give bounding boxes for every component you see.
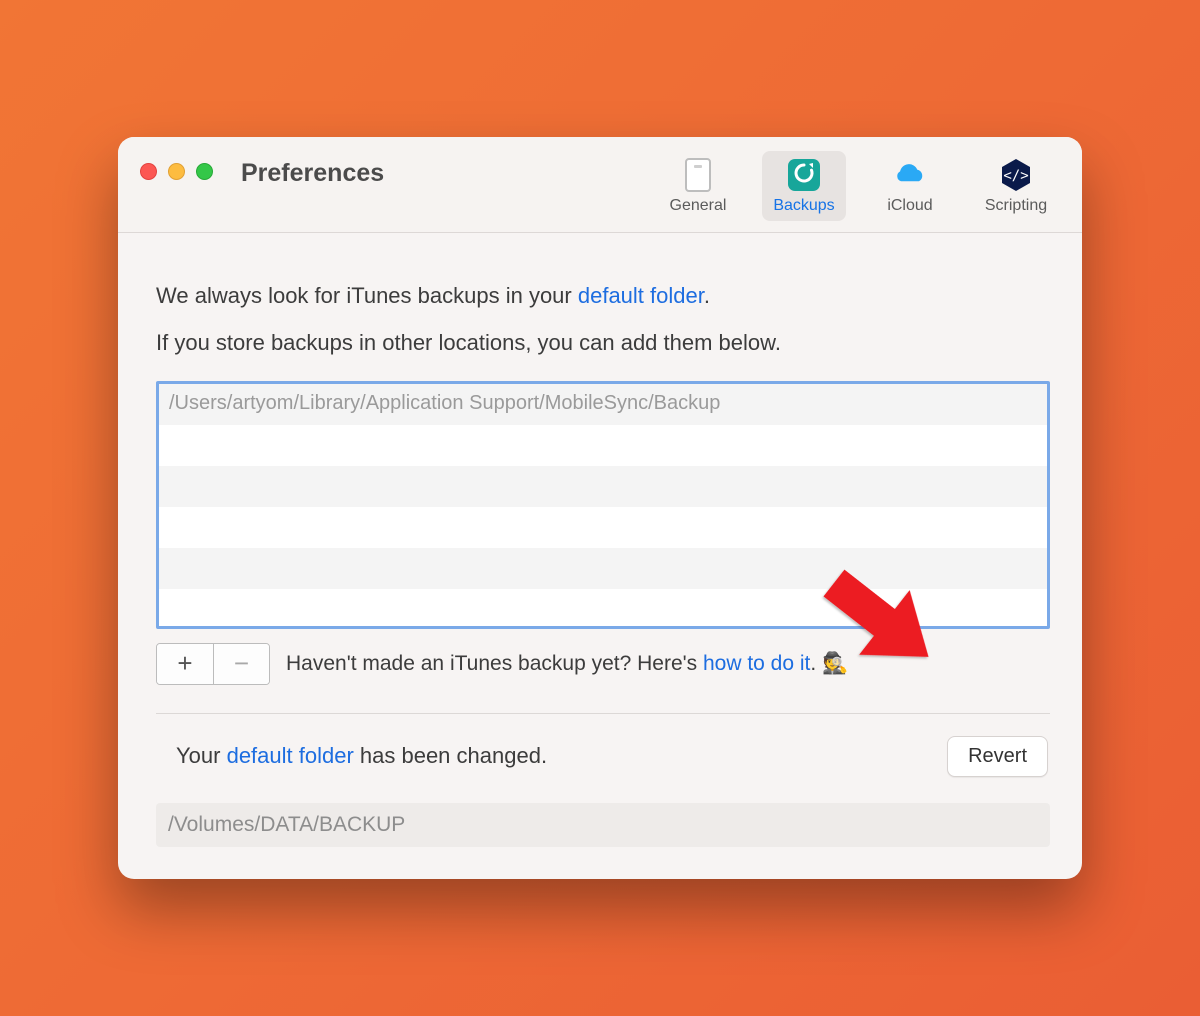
- add-remove-buttons: + −: [156, 643, 270, 685]
- list-item[interactable]: [159, 507, 1047, 548]
- list-item[interactable]: [159, 466, 1047, 507]
- content-area: We always look for iTunes backups in you…: [118, 233, 1082, 879]
- list-item[interactable]: /Users/artyom/Library/Application Suppor…: [159, 384, 1047, 425]
- list-item[interactable]: [159, 589, 1047, 629]
- default-folder-link[interactable]: default folder: [578, 283, 704, 308]
- remove-location-button[interactable]: −: [213, 644, 269, 684]
- add-location-button[interactable]: +: [157, 644, 213, 684]
- close-window-button[interactable]: [140, 163, 157, 180]
- status-row: Your default folder has been changed. Re…: [156, 736, 1050, 777]
- minimize-window-button[interactable]: [168, 163, 185, 180]
- intro-text: We always look for iTunes backups in you…: [156, 283, 578, 308]
- svg-text:</>: </>: [1003, 168, 1028, 184]
- tab-label: iCloud: [887, 197, 932, 215]
- window-title: Preferences: [241, 151, 384, 188]
- intro-line-2: If you store backups in other locations,…: [156, 328, 1050, 359]
- intro-line-1: We always look for iTunes backups in you…: [156, 281, 1050, 312]
- tab-label: General: [670, 197, 727, 215]
- preferences-toolbar: General Backups iCloud: [656, 151, 1062, 221]
- preferences-window: Preferences General: [118, 137, 1082, 879]
- icloud-icon: [892, 157, 928, 193]
- hint-text: Haven't made an iTunes backup yet? Here'…: [286, 652, 703, 675]
- revert-button[interactable]: Revert: [947, 736, 1048, 777]
- tab-scripting[interactable]: </> Scripting: [974, 151, 1058, 221]
- tab-label: Scripting: [985, 197, 1047, 215]
- tab-general[interactable]: General: [656, 151, 740, 221]
- backup-locations-list[interactable]: /Users/artyom/Library/Application Suppor…: [156, 381, 1050, 629]
- titlebar: Preferences General: [118, 137, 1082, 233]
- list-actions-row: + − Haven't made an iTunes backup yet? H…: [156, 643, 1050, 685]
- backups-icon: [786, 157, 822, 193]
- general-icon: [680, 157, 716, 193]
- hint-text: . 🕵️: [810, 652, 848, 675]
- status-post: has been changed.: [354, 743, 547, 768]
- intro-text: .: [704, 283, 710, 308]
- scripting-icon: </>: [998, 157, 1034, 193]
- divider: [156, 713, 1050, 714]
- list-item[interactable]: [159, 425, 1047, 466]
- how-to-backup-link[interactable]: how to do it: [703, 652, 810, 675]
- default-folder-path-field[interactable]: /Volumes/DATA/BACKUP: [156, 803, 1050, 847]
- list-item[interactable]: [159, 548, 1047, 589]
- tab-backups[interactable]: Backups: [762, 151, 846, 221]
- default-folder-status-link[interactable]: default folder: [227, 743, 354, 768]
- status-text: Your default folder has been changed.: [158, 743, 547, 769]
- status-pre: Your: [176, 743, 227, 768]
- backup-hint: Haven't made an iTunes backup yet? Here'…: [286, 652, 848, 676]
- tab-label: Backups: [773, 197, 834, 215]
- tab-icloud[interactable]: iCloud: [868, 151, 952, 221]
- maximize-window-button[interactable]: [196, 163, 213, 180]
- traffic-lights: [140, 151, 213, 180]
